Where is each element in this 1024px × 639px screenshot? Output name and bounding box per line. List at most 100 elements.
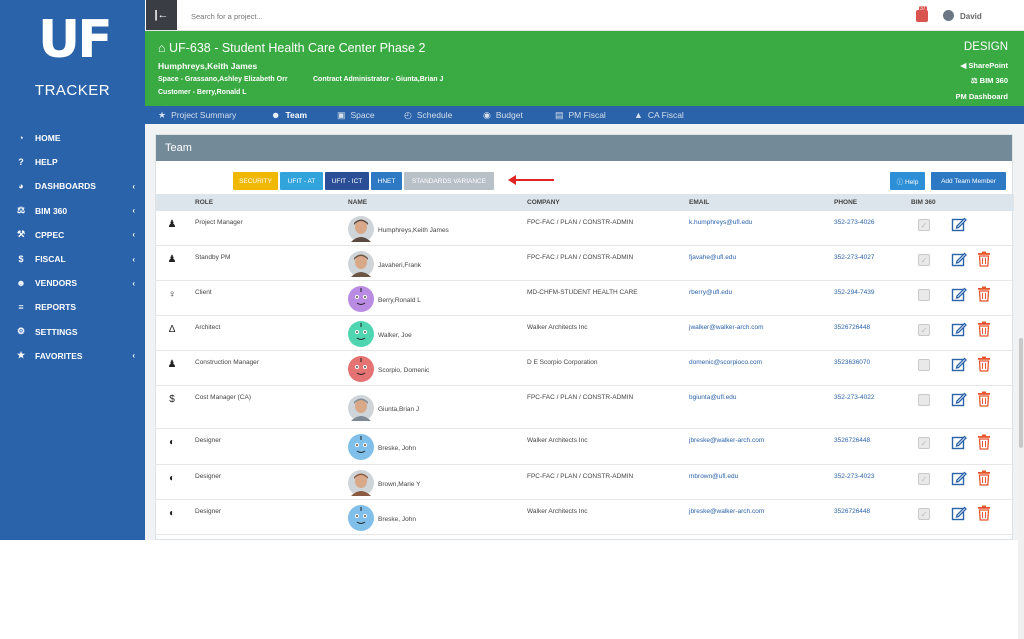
phone-link[interactable]: 3526726448 — [834, 324, 870, 331]
hard-hat-icon: ♟ — [167, 359, 177, 370]
bim360-checkbox[interactable] — [918, 289, 930, 301]
sidebar-item-cppec[interactable]: ⚒ CPPEC ‹ — [0, 223, 145, 247]
email-link[interactable]: domenic@scorpioco.com — [689, 359, 762, 366]
avatar — [348, 434, 374, 460]
edit-icon[interactable] — [951, 251, 967, 267]
uf-logo[interactable]: UF — [38, 14, 113, 66]
project-contract-admin: Contract Administrator - Giunta,Brian J — [313, 76, 444, 83]
sidebar-item-vendors[interactable]: ☻ VENDORS ‹ — [0, 271, 145, 295]
phone-link[interactable]: 352-294-7439 — [834, 289, 874, 296]
tab-team[interactable]: ☻ Team — [271, 106, 307, 124]
edit-icon[interactable] — [951, 505, 967, 521]
bim360-checkbox[interactable] — [918, 359, 930, 371]
project-tabs: ★ Project Summary ☻ Team ▣ Space ◴ Schedule ◉ Bud… — [145, 106, 1024, 124]
chevron-left-icon: ‹ — [132, 206, 135, 216]
email-link[interactable]: jwalker@walker-arch.com — [689, 324, 764, 331]
edit-icon[interactable] — [951, 286, 967, 302]
email-link[interactable]: jbreske@walker-arch.com — [689, 437, 764, 444]
sharepoint-link[interactable]: ◀ SharePoint — [961, 61, 1008, 70]
tab-budget[interactable]: ◉ Budget — [483, 106, 523, 124]
hnet-button[interactable]: HNET — [371, 172, 402, 190]
project-search-input[interactable] — [191, 10, 451, 22]
sidebar-item-favorites[interactable]: ★ FAVORITES ‹ — [0, 344, 145, 368]
bim360-checkbox[interactable]: ✓ — [918, 508, 930, 520]
piggy-bank-icon: ◉ — [483, 109, 491, 120]
role-cell: Designer — [195, 473, 222, 480]
trash-icon[interactable] — [977, 434, 991, 450]
add-team-member-button[interactable]: Add Team Member — [931, 172, 1006, 190]
phone-link[interactable]: 3526726448 — [834, 508, 870, 515]
trash-icon[interactable] — [977, 286, 991, 302]
project-customer: Customer - Berry,Ronald L — [158, 89, 247, 96]
bim360-checkbox[interactable]: ✓ — [918, 473, 930, 485]
edit-icon[interactable] — [951, 470, 967, 486]
sidebar-item-settings[interactable]: ⚙ SETTINGS — [0, 320, 145, 344]
col-bim360[interactable]: BIM 360 — [911, 199, 936, 206]
ufit-ict-button[interactable]: UFIT - ICT — [325, 172, 369, 190]
email-link[interactable]: rberry@ufl.edu — [689, 289, 732, 296]
email-link[interactable]: jbreske@walker-arch.com — [689, 508, 764, 515]
edit-icon[interactable] — [951, 356, 967, 372]
tab-schedule[interactable]: ◴ Schedule — [404, 106, 452, 124]
trash-icon[interactable] — [977, 356, 991, 372]
trash-icon[interactable] — [977, 321, 991, 337]
edit-icon[interactable] — [951, 391, 967, 407]
edit-icon[interactable] — [951, 321, 967, 337]
phone-link[interactable]: 3523636070 — [834, 359, 870, 366]
phone-link[interactable]: 352-273-4022 — [834, 394, 874, 401]
user-name[interactable]: David — [960, 12, 982, 21]
phone-link[interactable]: 352-273-4026 — [834, 219, 874, 226]
trash-icon[interactable] — [977, 391, 991, 407]
project-space: Space - Grassano,Ashley Elizabeth Orr — [158, 76, 288, 83]
sidebar-item-help[interactable]: ? HELP — [0, 150, 145, 174]
bim360-link[interactable]: ⚖ BIM 360 — [971, 76, 1008, 85]
trash-icon[interactable] — [977, 470, 991, 486]
sidebar-item-home[interactable]: ◔ HOME — [0, 126, 145, 150]
col-email[interactable]: EMAIL — [689, 199, 709, 206]
security-button[interactable]: SECURITY — [233, 172, 278, 190]
phone-link[interactable]: 352-273-4023 — [834, 473, 874, 480]
sidebar-item-reports[interactable]: ≡ REPORTS — [0, 295, 145, 319]
email-link[interactable]: fjavahe@ufl.edu — [689, 254, 736, 261]
sidebar-item-fiscal[interactable]: $ FISCAL ‹ — [0, 247, 145, 271]
sidebar-item-dashboards[interactable]: ◕ DASHBOARDS ‹ — [0, 174, 145, 198]
bim360-checkbox[interactable]: ✓ — [918, 219, 930, 231]
phone-link[interactable]: 3526726448 — [834, 437, 870, 444]
bim360-checkbox[interactable]: ✓ — [918, 254, 930, 266]
edit-icon[interactable] — [951, 434, 967, 450]
help-button[interactable]: ⓘ Help — [890, 172, 925, 190]
table-row: ♟ Project Manager Humphreys,Keith James FPC… — [156, 211, 1014, 246]
standards-variance-button[interactable]: STANDARDS VARIANCE — [404, 172, 494, 190]
bim360-checkbox[interactable]: ✓ — [918, 324, 930, 336]
bim360-checkbox[interactable]: ✓ — [918, 437, 930, 449]
col-name[interactable]: NAME — [348, 199, 367, 206]
sidebar-item-bim-360[interactable]: ⚖ BIM 360 ‹ — [0, 199, 145, 223]
col-company[interactable]: COMPANY — [527, 199, 560, 206]
email-link[interactable]: bgiunta@ufl.edu — [689, 394, 736, 401]
company-cell: D E Scorpio Corporation — [527, 359, 598, 366]
sidebar-item-label: SETTINGS — [35, 326, 78, 337]
email-link[interactable]: mbrown@ufl.edu — [689, 473, 738, 480]
bim360-checkbox[interactable] — [918, 394, 930, 406]
edit-icon[interactable] — [951, 216, 967, 232]
tab-ca-fiscal[interactable]: ▲ CA Fiscal — [634, 106, 684, 124]
pm-dashboard-link[interactable]: PM Dashboard — [955, 92, 1008, 101]
tab-label: PM Fiscal — [568, 110, 606, 120]
avatar — [348, 355, 374, 382]
trash-icon[interactable] — [977, 251, 991, 267]
ufit-at-button[interactable]: UFIT - AT — [280, 172, 323, 190]
tab-project-summary[interactable]: ★ Project Summary — [158, 106, 236, 124]
phone-link[interactable]: 352-273-4027 — [834, 254, 874, 261]
tab-pm-fiscal[interactable]: ▤ PM Fiscal — [555, 106, 606, 124]
name-cell: Giunta,Brian J — [378, 405, 420, 413]
company-cell: Walker Architects Inc — [527, 437, 588, 444]
scrollbar-thumb[interactable] — [1019, 338, 1023, 448]
team-table: ROLE NAME COMPANY EMAIL PHONE BIM 360 ♟ P… — [156, 194, 1014, 535]
user-avatar-icon[interactable] — [943, 10, 954, 21]
tab-space[interactable]: ▣ Space — [337, 106, 375, 124]
trash-icon[interactable] — [977, 505, 991, 521]
col-phone[interactable]: PHONE — [834, 199, 857, 206]
col-role[interactable]: ROLE — [195, 199, 213, 206]
email-link[interactable]: k.humphreys@ufl.edu — [689, 219, 752, 226]
collapse-sidebar-button[interactable]: |← — [146, 0, 177, 30]
